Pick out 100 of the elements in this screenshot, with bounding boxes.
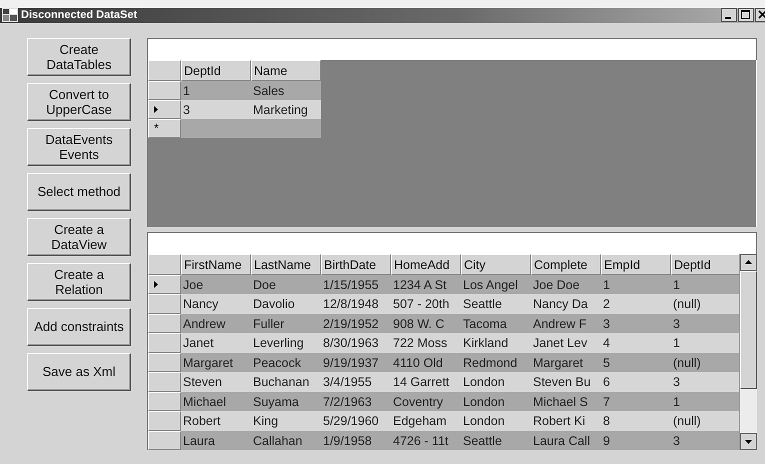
table-cell: 9 bbox=[601, 430, 671, 450]
action-button[interactable]: Convert to UpperCase bbox=[27, 82, 131, 120]
table-cell: 8/30/1963 bbox=[321, 333, 391, 352]
table-cell: 7 bbox=[601, 392, 671, 411]
table-cell: Marketing bbox=[251, 100, 321, 118]
scroll-down-icon[interactable] bbox=[740, 433, 757, 450]
column-header[interactable]: FirstName bbox=[181, 254, 251, 274]
table-cell: Laura Call bbox=[531, 430, 601, 450]
table-cell: 5 bbox=[601, 352, 671, 372]
action-button[interactable]: Create a Relation bbox=[27, 262, 131, 300]
action-button[interactable]: DataEvents Events bbox=[27, 128, 131, 166]
table-cell: (null) bbox=[671, 352, 739, 372]
table-cell: 4110 Old bbox=[391, 352, 461, 372]
table-cell: 9/19/1937 bbox=[321, 352, 391, 372]
table-cell: King bbox=[251, 411, 321, 430]
table-cell: 2 bbox=[601, 294, 671, 314]
table-cell: 3 bbox=[671, 314, 739, 333]
table-cell: 1/15/1955 bbox=[321, 274, 391, 294]
table-cell: 2/19/1952 bbox=[321, 314, 391, 333]
table-cell: Robert bbox=[181, 411, 251, 430]
table-cell: London bbox=[461, 392, 531, 411]
column-header[interactable]: LastName bbox=[251, 254, 321, 274]
scroll-up-icon[interactable] bbox=[740, 254, 757, 270]
table-cell: Nancy bbox=[181, 294, 251, 314]
column-header[interactable]: City bbox=[461, 254, 531, 274]
table-cell: Janet bbox=[181, 333, 251, 352]
table-cell: Michael bbox=[181, 392, 251, 411]
table-cell: 3/4/1955 bbox=[321, 372, 391, 392]
table-cell: (null) bbox=[671, 294, 739, 314]
table-cell: 722 Moss bbox=[391, 333, 461, 352]
action-button[interactable]: Save as Xml bbox=[27, 352, 131, 390]
table-cell: Coventry bbox=[391, 392, 461, 411]
table-cell: 1 bbox=[671, 392, 739, 411]
table-cell: 4726 - 11t bbox=[391, 430, 461, 450]
table-cell: Robert Ki bbox=[531, 411, 601, 430]
row-header[interactable] bbox=[148, 274, 181, 294]
column-header[interactable]: Complete bbox=[531, 254, 601, 274]
row-header[interactable] bbox=[148, 100, 181, 118]
table-cell: 1 bbox=[671, 274, 739, 294]
table-cell: Peacock bbox=[251, 352, 321, 372]
column-header[interactable]: BirthDate bbox=[321, 254, 391, 274]
table-cell: Redmond bbox=[461, 352, 531, 372]
table-cell: Nancy Da bbox=[531, 294, 601, 314]
action-button[interactable]: Create a DataView bbox=[27, 218, 131, 256]
table-cell: 3 bbox=[671, 430, 739, 450]
table-cell: 3 bbox=[181, 100, 251, 118]
table-cell: 1234 A St bbox=[391, 274, 461, 294]
window-title: Disconnected DataSet bbox=[21, 9, 138, 22]
table-cell: Doe bbox=[251, 274, 321, 294]
table-cell: Fuller bbox=[251, 314, 321, 333]
table-cell: 14 Garrett bbox=[391, 372, 461, 392]
table-cell: Seattle bbox=[461, 294, 531, 314]
table-cell: Leverling bbox=[251, 333, 321, 352]
vertical-scrollbar[interactable] bbox=[739, 254, 757, 450]
table-cell: 6 bbox=[601, 372, 671, 392]
table-cell: Joe bbox=[181, 274, 251, 294]
table-cell: Margaret bbox=[531, 352, 601, 372]
action-button[interactable]: Create DataTables bbox=[27, 38, 131, 76]
table-cell: Laura bbox=[181, 430, 251, 450]
scroll-thumb[interactable] bbox=[740, 270, 757, 388]
column-header[interactable]: Name bbox=[251, 60, 321, 80]
action-button[interactable]: Add constraints bbox=[27, 308, 131, 346]
table-cell: Sales bbox=[251, 80, 321, 100]
table-cell: Andrew F bbox=[531, 314, 601, 333]
current-row-arrow-icon bbox=[154, 280, 158, 288]
new-row-marker: * bbox=[154, 121, 159, 135]
column-header[interactable]: DeptId bbox=[671, 254, 739, 274]
table-cell: Davolio bbox=[251, 294, 321, 314]
table-cell: Seattle bbox=[461, 430, 531, 450]
table-cell: 3 bbox=[601, 314, 671, 333]
action-button[interactable]: Select method bbox=[27, 172, 131, 210]
column-header[interactable]: DeptId bbox=[181, 60, 251, 80]
table-cell bbox=[251, 118, 321, 138]
minimize-icon[interactable] bbox=[721, 8, 737, 22]
table-cell: 1 bbox=[181, 80, 251, 100]
column-header[interactable]: HomeAdd bbox=[391, 254, 461, 274]
table-cell: Suyama bbox=[251, 392, 321, 411]
column-header[interactable]: EmpId bbox=[601, 254, 671, 274]
maximize-icon[interactable] bbox=[738, 8, 754, 22]
new-row-header[interactable]: * bbox=[148, 118, 181, 138]
table-cell: Steven bbox=[181, 372, 251, 392]
table-cell: Andrew bbox=[181, 314, 251, 333]
table-cell: 1 bbox=[601, 274, 671, 294]
table-cell: 12/8/1948 bbox=[321, 294, 391, 314]
table-cell: Callahan bbox=[251, 430, 321, 450]
table-cell: (null) bbox=[671, 411, 739, 430]
table-cell: Joe Doe bbox=[531, 274, 601, 294]
table-cell: Kirkland bbox=[461, 333, 531, 352]
table-cell: Michael S bbox=[531, 392, 601, 411]
table-cell: 3 bbox=[671, 372, 739, 392]
table-cell: 1 bbox=[671, 333, 739, 352]
table-cell: 8 bbox=[601, 411, 671, 430]
table-cell: Los Angel bbox=[461, 274, 531, 294]
table-cell: London bbox=[461, 411, 531, 430]
table-cell: Edgeham bbox=[391, 411, 461, 430]
current-row-arrow-icon bbox=[154, 106, 158, 112]
table-cell: Buchanan bbox=[251, 372, 321, 392]
table-cell: 507 - 20th bbox=[391, 294, 461, 314]
table-cell: 1/9/1958 bbox=[321, 430, 391, 450]
row-header bbox=[148, 254, 181, 274]
